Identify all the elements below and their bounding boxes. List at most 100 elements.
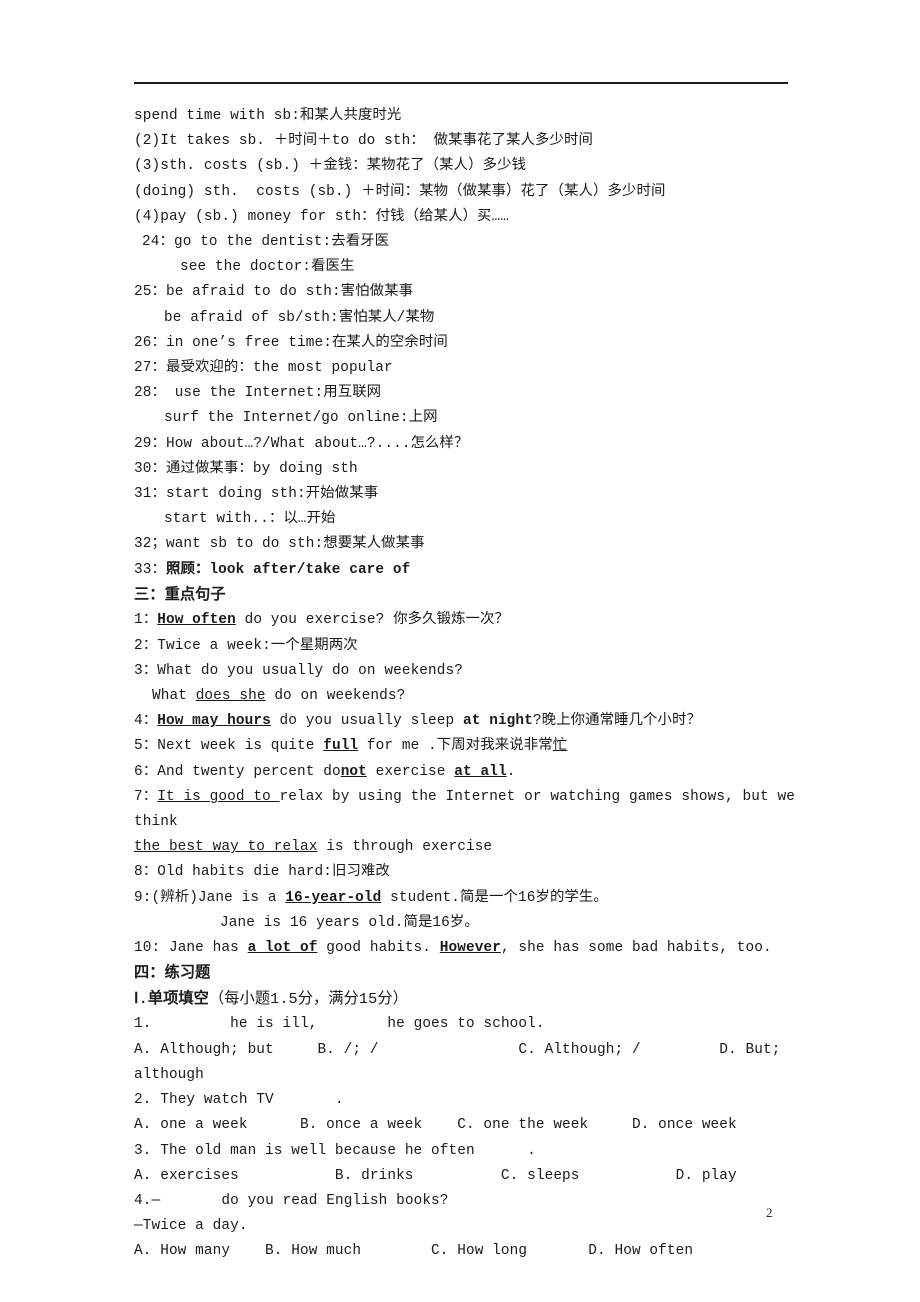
sentence-9-number: 9: (134, 889, 152, 906)
question-1-number: 1. (134, 1016, 152, 1033)
sentence-8: 8：Old habits die hard:旧习难改 (134, 860, 834, 885)
phrase-line-it-takes: (2)It takes sb. ＋时间＋to do sth： 做某事花了某人多少… (134, 133, 593, 150)
question-1-blank-1[interactable]: ________ (151, 1016, 221, 1032)
question-2-mid: They watch TV (160, 1092, 274, 1109)
subheading-score-note: （每小题1.5分，满分15分） (208, 989, 408, 1008)
sentence-2: 2：Twice a week:一个星期两次 (134, 634, 834, 659)
sentence-4-mid: do you usually sleep (270, 713, 463, 730)
question-2-tail: . (334, 1092, 344, 1109)
sentence-3b-pre: What (152, 688, 196, 705)
section-three-heading: 三：重点句子 (134, 585, 226, 604)
sentence-3a: 3：What do you usually do on weekends? (134, 659, 834, 684)
sentence-10-emphasis: a lot of (247, 940, 318, 957)
phrase-line-item-26: 26：in one’s free time:在某人的空余时间 (134, 334, 448, 351)
sentence-6-pre: And twenty percent do (157, 763, 341, 780)
question-3-tail: . (527, 1142, 536, 1159)
page-header-rule (134, 82, 788, 84)
phrase-line-item-28: 28： use the Internet:用互联网 (134, 385, 382, 402)
sentence-1-emphasis: How often (157, 612, 236, 629)
question-2-options[interactable]: A. one a week B. once a week C. one the … (134, 1113, 834, 1138)
question-3-mid: The old man is well because he often (160, 1142, 475, 1159)
subheading-bold-part: Ⅰ.单项填空 (134, 989, 209, 1008)
sentence-9b: Jane is 16 years old.简是16岁。 (134, 911, 834, 936)
question-2-number: 2. (134, 1092, 161, 1109)
phrase-line-item-31b: start with..：以…开始 (164, 511, 336, 528)
sentence-10: 10: Jane has a lot of good habits. Howev… (134, 936, 834, 961)
item-33-text: 照顾：look after/take care of (165, 561, 411, 578)
page-number: 2 (766, 1205, 773, 1220)
sentence-9a-pre: (辨析)Jane is a (151, 889, 286, 906)
sentence-2-text: Twice a week:一个星期两次 (157, 637, 358, 654)
sentence-9b-text: Jane is 16 years old.简是16岁。 (220, 914, 479, 931)
question-4-stem: 4.—_______do you read English books? (134, 1189, 834, 1214)
sentence-3b: What does she do on weekends? (134, 684, 834, 709)
sentence-5-mid: for me .下周对我来说非常 (358, 738, 553, 755)
sentence-6-number: 6： (134, 763, 158, 780)
sentence-10-emphasis-2: However (439, 940, 501, 957)
sentence-4-emphasis: How may hours (157, 713, 271, 730)
question-2-blank-1[interactable]: _______ (274, 1092, 335, 1108)
question-1-stem: 1.________ he is ill, _______he goes to … (134, 1012, 834, 1037)
question-4-number: 4. (134, 1192, 152, 1209)
sentence-6: 6：And twenty percent donot exercise at a… (134, 760, 834, 785)
question-1-blank-2[interactable]: _______ (326, 1016, 387, 1032)
sentence-5-emphasis-2: 忙 (552, 738, 568, 755)
sentence-3b-emphasis: does she (195, 688, 266, 705)
question-3-number: 3. (134, 1142, 161, 1159)
sentence-10-number: 10: (134, 940, 169, 957)
phrase-line-item-28b: surf the Internet/go online:上网 (164, 410, 438, 427)
phrase-line-item-25b: be afraid of sb/sth:害怕某人/某物 (164, 309, 435, 326)
phrase-line-item-25: 25：be afraid to do sth:害怕做某事 (134, 284, 414, 301)
phrase-line-item-24b: see the doctor:看医生 (180, 259, 355, 276)
sentence-10-rest: , she has some bad habits, too. (500, 940, 772, 957)
sentence-1-rest: do you exercise? 你多久锻炼一次？ (235, 612, 510, 629)
sentence-5-pre: Next week is quite (157, 738, 324, 755)
sentence-1-number: 1： (134, 612, 158, 629)
sentence-6-emphasis-2: at all (454, 763, 507, 780)
phrase-line-doing-sth-costs: (doing) sth. costs (sb.) ＋时间：某物（做某事）花了（某… (134, 183, 666, 200)
sentence-7-number: 7： (134, 788, 158, 805)
sentence-6-mid: exercise (366, 763, 455, 780)
sentence-10-mid: good habits. (317, 940, 440, 957)
question-3-blank-1[interactable]: ______ (475, 1143, 527, 1159)
sentence-5-emphasis: full (323, 738, 359, 755)
sentence-2-number: 2： (134, 637, 158, 654)
sentence-5-number: 5： (134, 738, 158, 755)
sentence-4: 4：How may hours do you usually sleep at … (134, 709, 834, 734)
question-1-tail: he goes to school. (387, 1016, 545, 1033)
sentence-5: 5：Next week is quite full for me .下周对我来说… (134, 734, 834, 759)
sentence-4-emphasis-2: at night (463, 713, 533, 730)
question-4-answer-line: —Twice a day. (134, 1218, 248, 1235)
phrase-line-pay-money-for: (4)pay (sb.) money for sth：付钱（给某人）买…… (134, 208, 510, 225)
sentence-7a: 7：It is good to relax by using the Inter… (134, 785, 839, 835)
sentence-6-emphasis: not (340, 763, 367, 780)
sentence-3b-rest: do on weekends? (265, 688, 406, 705)
phrase-line-item-32: 32；want sb to do sth:想要某人做某事 (134, 536, 425, 553)
sentence-7b-rest: is through exercise (317, 839, 493, 856)
sentence-6-rest: . (506, 763, 516, 780)
section-four-heading: 四：练习题 (134, 964, 211, 983)
question-1-options[interactable]: A. Although; but B. /; / C. Although; / … (134, 1038, 834, 1088)
phrase-line-item-30: 30：通过做某事：by doing sth (134, 460, 358, 477)
sentence-9a-rest: student.简是一个16岁的学生。 (381, 889, 608, 906)
phrase-line-item-27: 27：最受欢迎的：the most popular (134, 360, 393, 377)
question-1-mid: he is ill, (221, 1016, 327, 1033)
document-page: spend time with sb:和某人共度时光 (2)It takes s… (0, 0, 920, 1302)
sentence-10-pre: Jane has (168, 940, 248, 957)
question-3-options[interactable]: A. exercises B. drinks C. sleeps D. play (134, 1164, 834, 1189)
question-4-blank-1[interactable]: _______ (160, 1193, 221, 1209)
sentence-8-text: Old habits die hard:旧习难改 (157, 864, 390, 881)
section-four-subheading: Ⅰ.单项填空（每小题1.5分，满分15分） (134, 987, 834, 1013)
sentence-1: 1：How often do you exercise? 你多久锻炼一次？ (134, 608, 834, 633)
question-3-stem: 3. The old man is well because he often_… (134, 1139, 834, 1164)
sentence-8-number: 8： (134, 864, 158, 881)
sentence-3-number: 3： (134, 662, 158, 679)
phrase-line-item-31: 31：start doing sth:开始做某事 (134, 486, 379, 503)
sentence-7a-emphasis: It is good to (157, 788, 280, 805)
sentence-4-rest: ?晚上你通常睡几个小时？ (532, 713, 702, 730)
item-33-number: 33： (134, 561, 166, 578)
question-4-tail: do you read English books? (221, 1192, 449, 1209)
sentence-9a: 9:(辨析)Jane is a 16-year-old student.简是一个… (134, 886, 834, 911)
sentence-7b: the best way to relax is through exercis… (134, 835, 834, 860)
question-4-options[interactable]: A. How many B. How much C. How long D. H… (134, 1239, 834, 1264)
